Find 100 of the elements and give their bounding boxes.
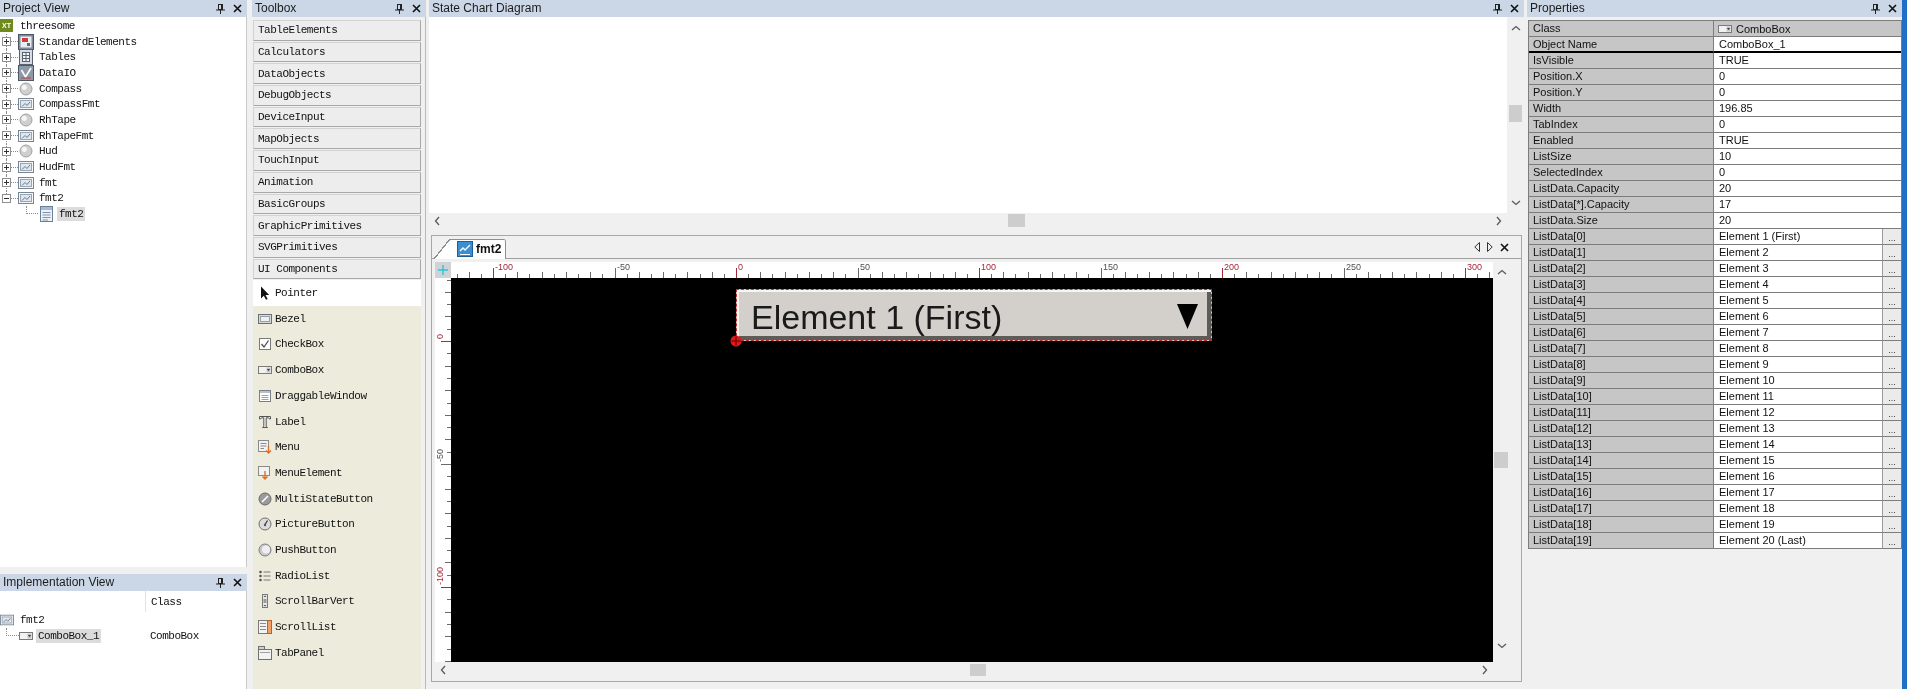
ellipsis-button[interactable]: ... <box>1882 373 1901 389</box>
property-value-field[interactable]: Element 19 <box>1714 517 1882 533</box>
property-value-field[interactable]: Element 1 (First) <box>1714 229 1882 245</box>
tool-item[interactable]: Bezel <box>253 305 421 332</box>
ellipsis-button[interactable]: ... <box>1882 229 1901 245</box>
tree-item[interactable]: fmt2 <box>37 191 66 206</box>
property-value-field[interactable]: Element 2 <box>1714 245 1882 261</box>
property-value-field[interactable]: ComboBox_1 <box>1714 37 1901 53</box>
expand-icon[interactable] <box>2 68 11 78</box>
chevron-down-icon[interactable] <box>1510 200 1521 206</box>
ellipsis-button[interactable]: ... <box>1882 325 1901 341</box>
close-icon[interactable] <box>233 578 242 587</box>
document-tab[interactable]: fmt2 <box>434 239 507 259</box>
ellipsis-button[interactable]: ... <box>1882 485 1901 501</box>
property-value-field[interactable]: TRUE <box>1714 133 1901 149</box>
property-value-field[interactable]: 0 <box>1714 69 1901 85</box>
category-button[interactable]: DebugObjects <box>253 85 421 106</box>
scrollbar-thumb[interactable] <box>970 664 986 676</box>
tree-item[interactable]: RhTape <box>37 112 78 127</box>
property-value-field[interactable]: Element 17 <box>1714 485 1882 501</box>
scrollbar-thumb[interactable] <box>1494 452 1508 468</box>
property-value-field[interactable]: 0 <box>1714 117 1901 133</box>
expand-icon[interactable] <box>2 115 11 125</box>
property-value-field[interactable]: Element 7 <box>1714 325 1882 341</box>
tool-item[interactable]: ScrollBarVert <box>253 588 421 615</box>
ellipsis-button[interactable]: ... <box>1882 437 1901 453</box>
tree-item[interactable]: CompassFmt <box>37 97 102 112</box>
category-button[interactable]: SVGPrimitives <box>253 236 421 258</box>
property-value-field[interactable]: 0 <box>1714 85 1901 101</box>
property-value-field[interactable]: Element 13 <box>1714 421 1882 437</box>
category-button[interactable]: Animation <box>253 171 421 193</box>
triangle-right-icon[interactable] <box>1487 242 1493 252</box>
pin-icon[interactable] <box>1493 3 1502 14</box>
ellipsis-button[interactable]: ... <box>1882 245 1901 261</box>
expand-icon[interactable] <box>2 162 11 172</box>
property-value-field[interactable]: Element 16 <box>1714 469 1882 485</box>
property-value-field[interactable]: Element 6 <box>1714 309 1882 325</box>
tree-item[interactable]: RhTapeFmt <box>37 128 96 143</box>
ellipsis-button[interactable]: ... <box>1882 517 1901 533</box>
pin-icon[interactable] <box>1871 3 1880 14</box>
close-icon[interactable] <box>1888 4 1897 13</box>
ellipsis-button[interactable]: ... <box>1882 501 1901 517</box>
property-value-field[interactable]: 20 <box>1714 213 1901 229</box>
property-value-field[interactable]: Element 8 <box>1714 341 1882 357</box>
category-button[interactable]: TouchInput <box>253 150 421 171</box>
triangle-left-icon[interactable] <box>1474 242 1480 252</box>
tool-item[interactable]: MenuElement <box>253 460 421 486</box>
expand-icon[interactable] <box>2 178 11 188</box>
property-value-field[interactable]: 10 <box>1714 149 1901 165</box>
property-value-field[interactable]: Element 12 <box>1714 405 1882 421</box>
tree-item[interactable]: fmt <box>37 175 60 190</box>
ellipsis-button[interactable]: ... <box>1882 533 1901 549</box>
expand-icon[interactable] <box>2 146 11 156</box>
tool-item[interactable]: MultiStateButton <box>253 485 421 512</box>
chevron-right-icon[interactable] <box>1482 665 1488 675</box>
tree-item[interactable]: StandardElements <box>37 34 139 49</box>
tree-item[interactable]: DataIO <box>37 65 78 80</box>
category-button[interactable]: DeviceInput <box>253 106 421 128</box>
ellipsis-button[interactable]: ... <box>1882 469 1901 485</box>
close-icon[interactable] <box>412 4 421 13</box>
property-value-field[interactable]: 17 <box>1714 197 1901 213</box>
property-value-field[interactable]: Element 5 <box>1714 293 1882 309</box>
close-icon[interactable] <box>233 4 242 13</box>
tree-item[interactable]: Compass <box>37 81 84 96</box>
ellipsis-button[interactable]: ... <box>1882 357 1901 373</box>
ellipsis-button[interactable]: ... <box>1882 405 1901 421</box>
close-icon[interactable] <box>1500 242 1509 252</box>
ellipsis-button[interactable]: ... <box>1882 309 1901 325</box>
tool-item[interactable]: Pointer <box>253 280 421 306</box>
tree-item[interactable]: Hud <box>37 144 60 159</box>
pin-icon[interactable] <box>216 3 225 14</box>
ellipsis-button[interactable]: ... <box>1882 293 1901 309</box>
expand-icon[interactable] <box>2 84 11 94</box>
ellipsis-button[interactable]: ... <box>1882 389 1901 405</box>
category-button[interactable]: UI Components <box>253 258 421 280</box>
tool-item[interactable]: CheckBox <box>253 331 421 358</box>
property-value-field[interactable]: TRUE <box>1714 53 1901 69</box>
property-value-field[interactable]: Element 15 <box>1714 453 1882 469</box>
property-value-field[interactable]: Element 4 <box>1714 277 1882 293</box>
collapse-icon[interactable] <box>2 193 11 203</box>
property-value-field[interactable]: Element 18 <box>1714 501 1882 517</box>
tool-item[interactable]: ScrollList <box>253 614 421 640</box>
chevron-left-icon[interactable] <box>440 665 446 675</box>
expand-icon[interactable] <box>2 52 11 62</box>
column-header[interactable]: Class <box>145 591 246 612</box>
tree-item[interactable]: threesome <box>18 18 77 33</box>
scrollbar-thumb[interactable] <box>1509 105 1522 122</box>
tool-item[interactable]: DraggableWindow <box>253 383 421 409</box>
property-value-field[interactable]: Element 9 <box>1714 357 1882 373</box>
tool-item[interactable]: ComboBox <box>253 357 421 383</box>
tool-item[interactable]: TabPanel <box>253 639 421 666</box>
property-value-field[interactable]: 0 <box>1714 165 1901 181</box>
tool-item[interactable]: PictureButton <box>253 511 421 538</box>
tree-item[interactable]: Tables <box>37 50 78 65</box>
tool-item[interactable]: Label <box>253 408 421 435</box>
expand-icon[interactable] <box>2 131 11 141</box>
chevron-left-icon[interactable] <box>434 215 440 226</box>
tree-item[interactable]: fmt2 <box>18 613 47 627</box>
close-icon[interactable] <box>1510 4 1519 13</box>
tool-item[interactable]: PushButton <box>253 537 421 563</box>
